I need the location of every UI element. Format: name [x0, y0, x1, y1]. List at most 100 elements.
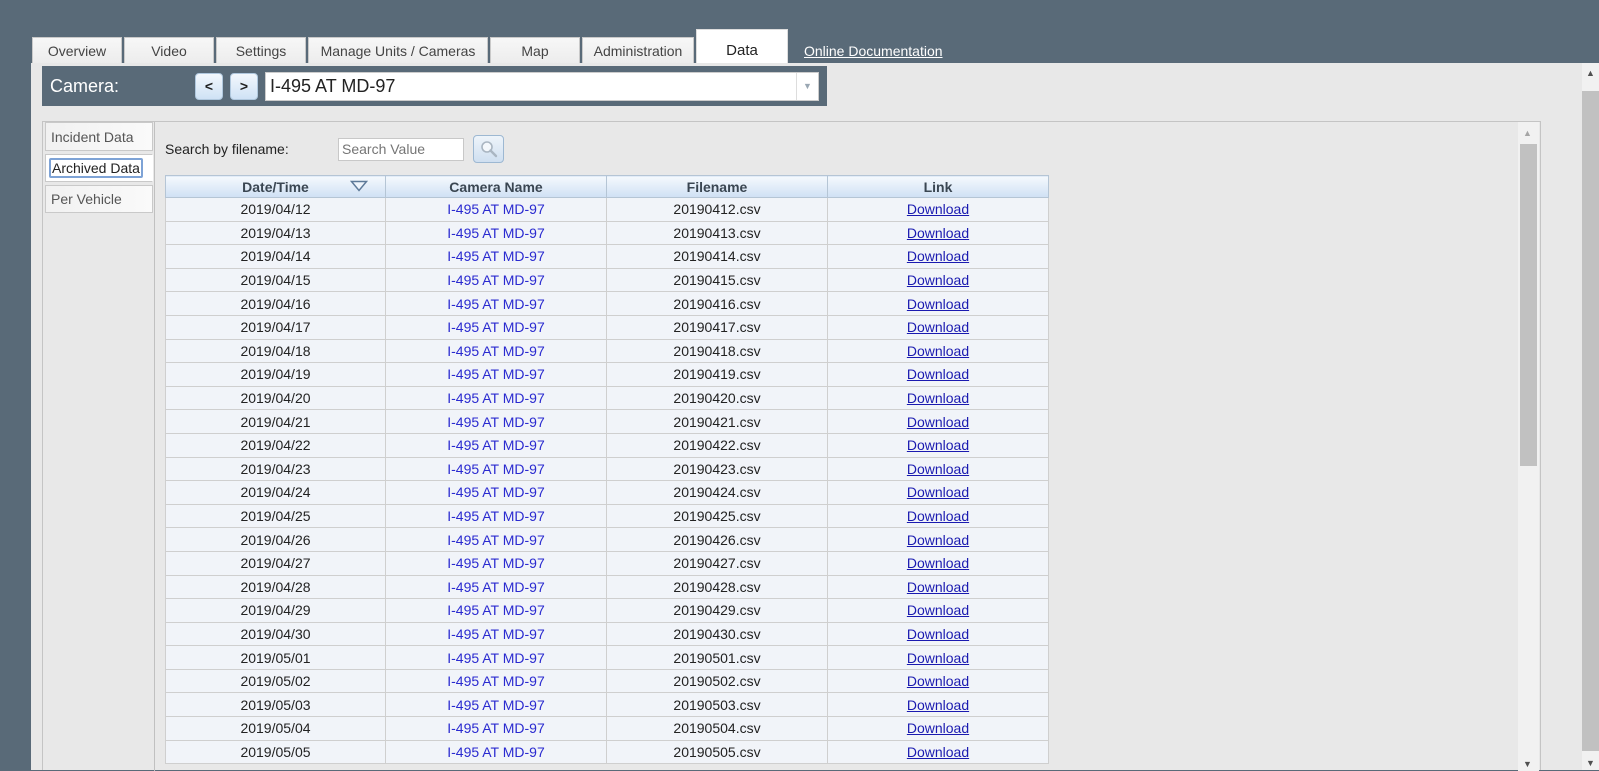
- tab-manage-units-cameras[interactable]: Manage Units / Cameras: [308, 37, 488, 64]
- next-camera-button[interactable]: >: [230, 72, 258, 100]
- download-link[interactable]: Download: [907, 697, 969, 713]
- camera-name-cell[interactable]: I-495 AT MD-97: [385, 385, 607, 411]
- chevron-down-icon[interactable]: ▼: [796, 72, 818, 100]
- download-link[interactable]: Download: [907, 484, 969, 500]
- download-link[interactable]: Download: [907, 602, 969, 618]
- download-link[interactable]: Download: [907, 744, 969, 760]
- camera-name-cell[interactable]: I-495 AT MD-97: [385, 739, 607, 765]
- table-row: 2019/04/24 I-495 AT MD-97 20190424.csv Down…: [165, 480, 1049, 505]
- camera-name-cell[interactable]: I-495 AT MD-97: [385, 574, 607, 600]
- camera-name-cell[interactable]: I-495 AT MD-97: [385, 668, 607, 694]
- scrollbar-thumb[interactable]: [1520, 144, 1537, 466]
- camera-name-cell[interactable]: I-495 AT MD-97: [385, 409, 607, 434]
- online-documentation-link[interactable]: Online Documentation: [804, 37, 943, 64]
- side-tab-archived-data[interactable]: Archived Data: [45, 154, 153, 182]
- camera-name-cell[interactable]: I-495 AT MD-97: [385, 716, 607, 741]
- download-link[interactable]: Download: [907, 673, 969, 689]
- download-link[interactable]: Download: [907, 579, 969, 595]
- camera-name-cell[interactable]: I-495 AT MD-97: [385, 338, 607, 364]
- download-link[interactable]: Download: [907, 720, 969, 736]
- date-cell: 2019/04/27: [165, 550, 386, 576]
- arrow-down-icon[interactable]: ▼: [1523, 759, 1532, 769]
- date-cell: 2019/04/29: [165, 598, 386, 623]
- camera-name-cell[interactable]: I-495 AT MD-97: [385, 291, 607, 316]
- link-cell: Download: [827, 716, 1049, 741]
- filename-cell: 20190505.csv: [606, 739, 828, 765]
- tab-data[interactable]: Data: [696, 29, 788, 64]
- camera-name-cell[interactable]: I-495 AT MD-97: [385, 645, 607, 670]
- download-link[interactable]: Download: [907, 626, 969, 642]
- column-header-link[interactable]: Link: [827, 175, 1049, 198]
- column-header-filename[interactable]: Filename: [606, 175, 828, 198]
- date-cell: 2019/05/02: [165, 668, 386, 694]
- camera-name-cell[interactable]: I-495 AT MD-97: [385, 598, 607, 623]
- table-row: 2019/04/27 I-495 AT MD-97 20190427.csv Down…: [165, 550, 1049, 576]
- table-body: 2019/04/12 I-495 AT MD-97 20190412.csv Down…: [165, 197, 1049, 765]
- page-scrollbar[interactable]: ▲ ▼: [1582, 63, 1599, 770]
- download-link[interactable]: Download: [907, 508, 969, 524]
- download-link[interactable]: Download: [907, 272, 969, 288]
- tab-overview[interactable]: Overview: [32, 37, 122, 64]
- tab-map[interactable]: Map: [490, 37, 580, 64]
- camera-name-cell[interactable]: I-495 AT MD-97: [385, 267, 607, 293]
- camera-name-cell[interactable]: I-495 AT MD-97: [385, 220, 607, 246]
- camera-name-cell[interactable]: I-495 AT MD-97: [385, 503, 607, 529]
- camera-name-cell[interactable]: I-495 AT MD-97: [385, 692, 607, 718]
- search-row: Search by filename:: [165, 135, 504, 163]
- download-link[interactable]: Download: [907, 225, 969, 241]
- table-row: 2019/04/20 I-495 AT MD-97 20190420.csv Down…: [165, 385, 1049, 411]
- arrow-up-icon[interactable]: ▲: [1523, 128, 1532, 138]
- download-link[interactable]: Download: [907, 532, 969, 548]
- camera-name-cell[interactable]: I-495 AT MD-97: [385, 314, 607, 340]
- table-row: 2019/05/05 I-495 AT MD-97 20190505.csv Down…: [165, 739, 1049, 765]
- archived-data-content: Search by filename: Date/Time: [165, 122, 1515, 771]
- previous-camera-button[interactable]: <: [195, 72, 223, 100]
- camera-name-cell[interactable]: I-495 AT MD-97: [385, 621, 607, 647]
- tab-settings[interactable]: Settings: [216, 37, 306, 64]
- date-cell: 2019/04/18: [165, 338, 386, 364]
- column-header-camera-name[interactable]: Camera Name: [385, 175, 607, 198]
- camera-name-cell[interactable]: I-495 AT MD-97: [385, 197, 607, 222]
- date-cell: 2019/04/15: [165, 267, 386, 293]
- download-link[interactable]: Download: [907, 319, 969, 335]
- side-tab-per-vehicle[interactable]: Per Vehicle: [45, 185, 153, 213]
- camera-name-cell[interactable]: I-495 AT MD-97: [385, 362, 607, 387]
- download-link[interactable]: Download: [907, 201, 969, 217]
- download-link[interactable]: Download: [907, 414, 969, 430]
- filename-cell: 20190425.csv: [606, 503, 828, 529]
- camera-name-cell[interactable]: I-495 AT MD-97: [385, 550, 607, 576]
- arrow-down-icon[interactable]: ▼: [1586, 758, 1595, 768]
- link-cell: Download: [827, 197, 1049, 222]
- table-scrollbar[interactable]: ▲ ▼: [1518, 122, 1539, 771]
- triangle-down-icon[interactable]: [350, 180, 368, 192]
- download-link[interactable]: Download: [907, 248, 969, 264]
- date-cell: 2019/04/16: [165, 291, 386, 316]
- tab-administration[interactable]: Administration: [582, 37, 694, 64]
- download-link[interactable]: Download: [907, 366, 969, 382]
- download-link[interactable]: Download: [907, 461, 969, 477]
- camera-name-cell[interactable]: I-495 AT MD-97: [385, 527, 607, 552]
- side-tab-incident-data[interactable]: Incident Data: [45, 122, 153, 151]
- download-link[interactable]: Download: [907, 555, 969, 571]
- download-link[interactable]: Download: [907, 650, 969, 666]
- search-button[interactable]: [473, 135, 504, 163]
- link-cell: Download: [827, 432, 1049, 458]
- download-link[interactable]: Download: [907, 343, 969, 359]
- camera-select[interactable]: I-495 AT MD-97 ▼: [265, 71, 819, 101]
- scrollbar-thumb[interactable]: [1582, 91, 1599, 751]
- download-link[interactable]: Download: [907, 296, 969, 312]
- camera-name-cell[interactable]: I-495 AT MD-97: [385, 480, 607, 505]
- camera-name-cell[interactable]: I-495 AT MD-97: [385, 244, 607, 269]
- camera-name-cell[interactable]: I-495 AT MD-97: [385, 456, 607, 482]
- arrow-up-icon[interactable]: ▲: [1586, 68, 1595, 78]
- camera-name-cell[interactable]: I-495 AT MD-97: [385, 432, 607, 458]
- column-header-date-time[interactable]: Date/Time: [165, 175, 386, 198]
- download-link[interactable]: Download: [907, 437, 969, 453]
- download-link[interactable]: Download: [907, 390, 969, 406]
- link-cell: Download: [827, 550, 1049, 576]
- filename-cell: 20190414.csv: [606, 244, 828, 269]
- filename-cell: 20190503.csv: [606, 692, 828, 718]
- camera-bar: Camera: < > I-495 AT MD-97 ▼: [42, 66, 827, 106]
- search-input[interactable]: [338, 137, 464, 161]
- tab-video[interactable]: Video: [124, 37, 214, 64]
